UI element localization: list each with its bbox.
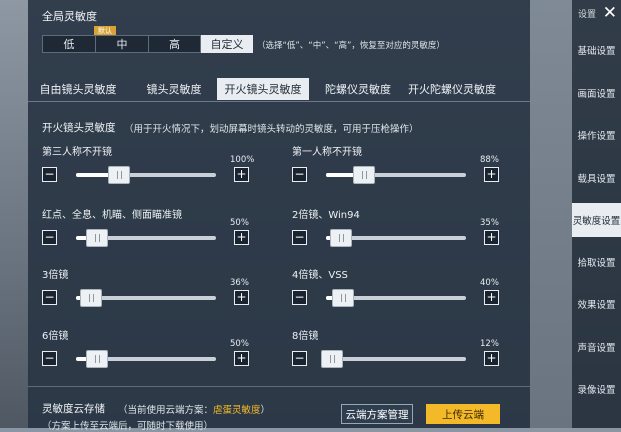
red-dot-holo-label: 红点、全息、机瞄、侧面瞄准镜 xyxy=(42,210,182,221)
scope-6x-plus-button[interactable]: + xyxy=(234,351,249,366)
scope-3x-minus-button[interactable]: − xyxy=(42,290,57,305)
fpp-no-scope-minus-button[interactable]: − xyxy=(292,167,307,182)
tpp-no-scope-slider[interactable] xyxy=(76,166,216,184)
scope-3x-value: 36% xyxy=(230,278,249,288)
scope-6x-slider[interactable] xyxy=(76,350,216,368)
tpp-no-scope-slider-handle[interactable] xyxy=(108,166,131,184)
scope-8x-label: 8倍镜 xyxy=(292,331,319,342)
section-title: 开火镜头灵敏度 xyxy=(42,122,116,134)
scope-2x-value: 35% xyxy=(480,218,499,228)
global-sensitivity-title: 全局灵敏度 xyxy=(42,10,97,23)
red-dot-holo-slider-handle[interactable] xyxy=(86,229,108,247)
scope-4x-plus-button[interactable]: + xyxy=(484,290,499,305)
scope-4x-minus-button[interactable]: − xyxy=(292,290,307,305)
preset-high-button[interactable]: 高 xyxy=(148,35,201,53)
scope-8x-slider-handle[interactable] xyxy=(320,350,343,368)
background-left xyxy=(0,0,30,428)
cloud-divider xyxy=(28,386,530,387)
scope-6x-slider-handle[interactable] xyxy=(86,350,108,368)
scope-2x-slider[interactable] xyxy=(326,229,466,247)
fpp-no-scope-slider[interactable] xyxy=(326,166,466,184)
red-dot-holo-value: 50% xyxy=(230,218,249,228)
cloud-upload-button[interactable]: 上传云端 xyxy=(426,404,500,424)
tpp-no-scope-plus-button[interactable]: + xyxy=(234,167,249,182)
scope-6x-label: 6倍镜 xyxy=(42,331,69,342)
scope-4x-value: 40% xyxy=(480,278,499,288)
scope-8x-slider[interactable] xyxy=(320,350,466,368)
scope-6x-minus-button[interactable]: − xyxy=(42,351,57,366)
sidebar-item-sensitivity[interactable]: 灵敏度设置 xyxy=(572,203,621,237)
preset-low-button[interactable]: 低 xyxy=(42,35,96,53)
sidebar-title: 设置 xyxy=(578,9,597,20)
red-dot-holo-minus-button[interactable]: − xyxy=(42,230,57,245)
fpp-no-scope-label: 第一人称不开镜 xyxy=(292,147,362,158)
tab-free-look[interactable]: 自由镜头灵敏度 xyxy=(36,78,120,100)
cloud-storage-title: 灵敏度云存储 xyxy=(42,403,105,415)
fpp-no-scope-slider-handle[interactable] xyxy=(352,166,375,184)
cloud-note: （方案上传至云端后，可随时下载使用） xyxy=(42,421,214,432)
sidebar-item-controls[interactable]: 操作设置 xyxy=(572,118,621,152)
tpp-no-scope-label: 第三人称不开镜 xyxy=(42,147,112,158)
scope-4x-slider-handle[interactable] xyxy=(331,289,354,307)
cloud-manage-button[interactable]: 云端方案管理 xyxy=(341,404,413,424)
red-dot-holo-slider[interactable] xyxy=(76,229,216,247)
tab-underline xyxy=(28,101,530,102)
tab-gyroscope[interactable]: 陀螺仪灵敏度 xyxy=(322,78,394,100)
tab-fire-gyroscope[interactable]: 开火陀螺仪灵敏度 xyxy=(404,78,500,100)
sidebar-item-replay[interactable]: 录像设置 xyxy=(572,372,621,406)
scope-3x-slider[interactable] xyxy=(76,289,216,307)
sidebar-item-sound[interactable]: 声音设置 xyxy=(572,330,621,364)
default-badge: 默认 xyxy=(94,26,116,35)
cloud-scheme-name: 虐蛋灵敏度 xyxy=(213,405,261,416)
cloud-current-scheme: （当前使用云端方案：虐蛋灵敏度） xyxy=(118,402,270,416)
scope-2x-slider-handle[interactable] xyxy=(330,229,353,247)
sidebar-header: 设置 ✕ xyxy=(572,0,621,26)
scope-2x-minus-button[interactable]: − xyxy=(292,230,307,245)
fpp-no-scope-plus-button[interactable]: + xyxy=(484,167,499,182)
section-description: （用于开火情况下，划动屏幕时镜头转动的灵敏度，可用于压枪操作） xyxy=(124,124,419,135)
red-dot-holo-plus-button[interactable]: + xyxy=(234,230,249,245)
scope-4x-slider[interactable] xyxy=(326,289,466,307)
preset-hint: （选择“低”、“中”、“高”，恢复至对应的灵敏度） xyxy=(257,41,445,51)
scope-3x-plus-button[interactable]: + xyxy=(234,290,249,305)
scope-8x-plus-button[interactable]: + xyxy=(484,351,499,366)
tab-camera[interactable]: 镜头灵敏度 xyxy=(138,78,210,100)
sidebar-item-pickup[interactable]: 拾取设置 xyxy=(572,245,621,279)
settings-sidebar: 设置 ✕ 基础设置 画面设置 操作设置 载具设置 灵敏度设置 拾取设置 效果设置… xyxy=(572,0,621,428)
scope-2x-label: 2倍镜、Win94 xyxy=(292,210,360,221)
cloud-current-suffix: ） xyxy=(260,405,271,416)
scope-2x-plus-button[interactable]: + xyxy=(484,230,499,245)
preset-custom-button[interactable]: 自定义 xyxy=(201,35,253,53)
fpp-no-scope-value: 88% xyxy=(480,155,499,165)
sidebar-item-vehicle[interactable]: 载具设置 xyxy=(572,161,621,195)
scope-8x-minus-button[interactable]: − xyxy=(292,351,307,366)
scope-3x-slider-handle[interactable] xyxy=(80,289,103,307)
preset-medium-button[interactable]: 中 xyxy=(95,35,149,53)
scope-4x-label: 4倍镜、VSS xyxy=(292,270,348,281)
sidebar-item-basic[interactable]: 基础设置 xyxy=(572,33,621,67)
scope-6x-value: 50% xyxy=(230,339,249,349)
sidebar-item-display[interactable]: 画面设置 xyxy=(572,76,621,110)
close-icon[interactable]: ✕ xyxy=(603,4,617,22)
scope-8x-value: 12% xyxy=(480,339,499,349)
tpp-no-scope-minus-button[interactable]: − xyxy=(42,167,57,182)
scope-3x-label: 3倍镜 xyxy=(42,270,69,281)
cloud-current-prefix: （当前使用云端方案： xyxy=(118,405,214,416)
sidebar-item-effects[interactable]: 效果设置 xyxy=(572,287,621,321)
background-right xyxy=(530,0,572,428)
tpp-no-scope-value: 100% xyxy=(230,155,255,165)
tab-fire-camera[interactable]: 开火镜头灵敏度 xyxy=(217,78,309,100)
